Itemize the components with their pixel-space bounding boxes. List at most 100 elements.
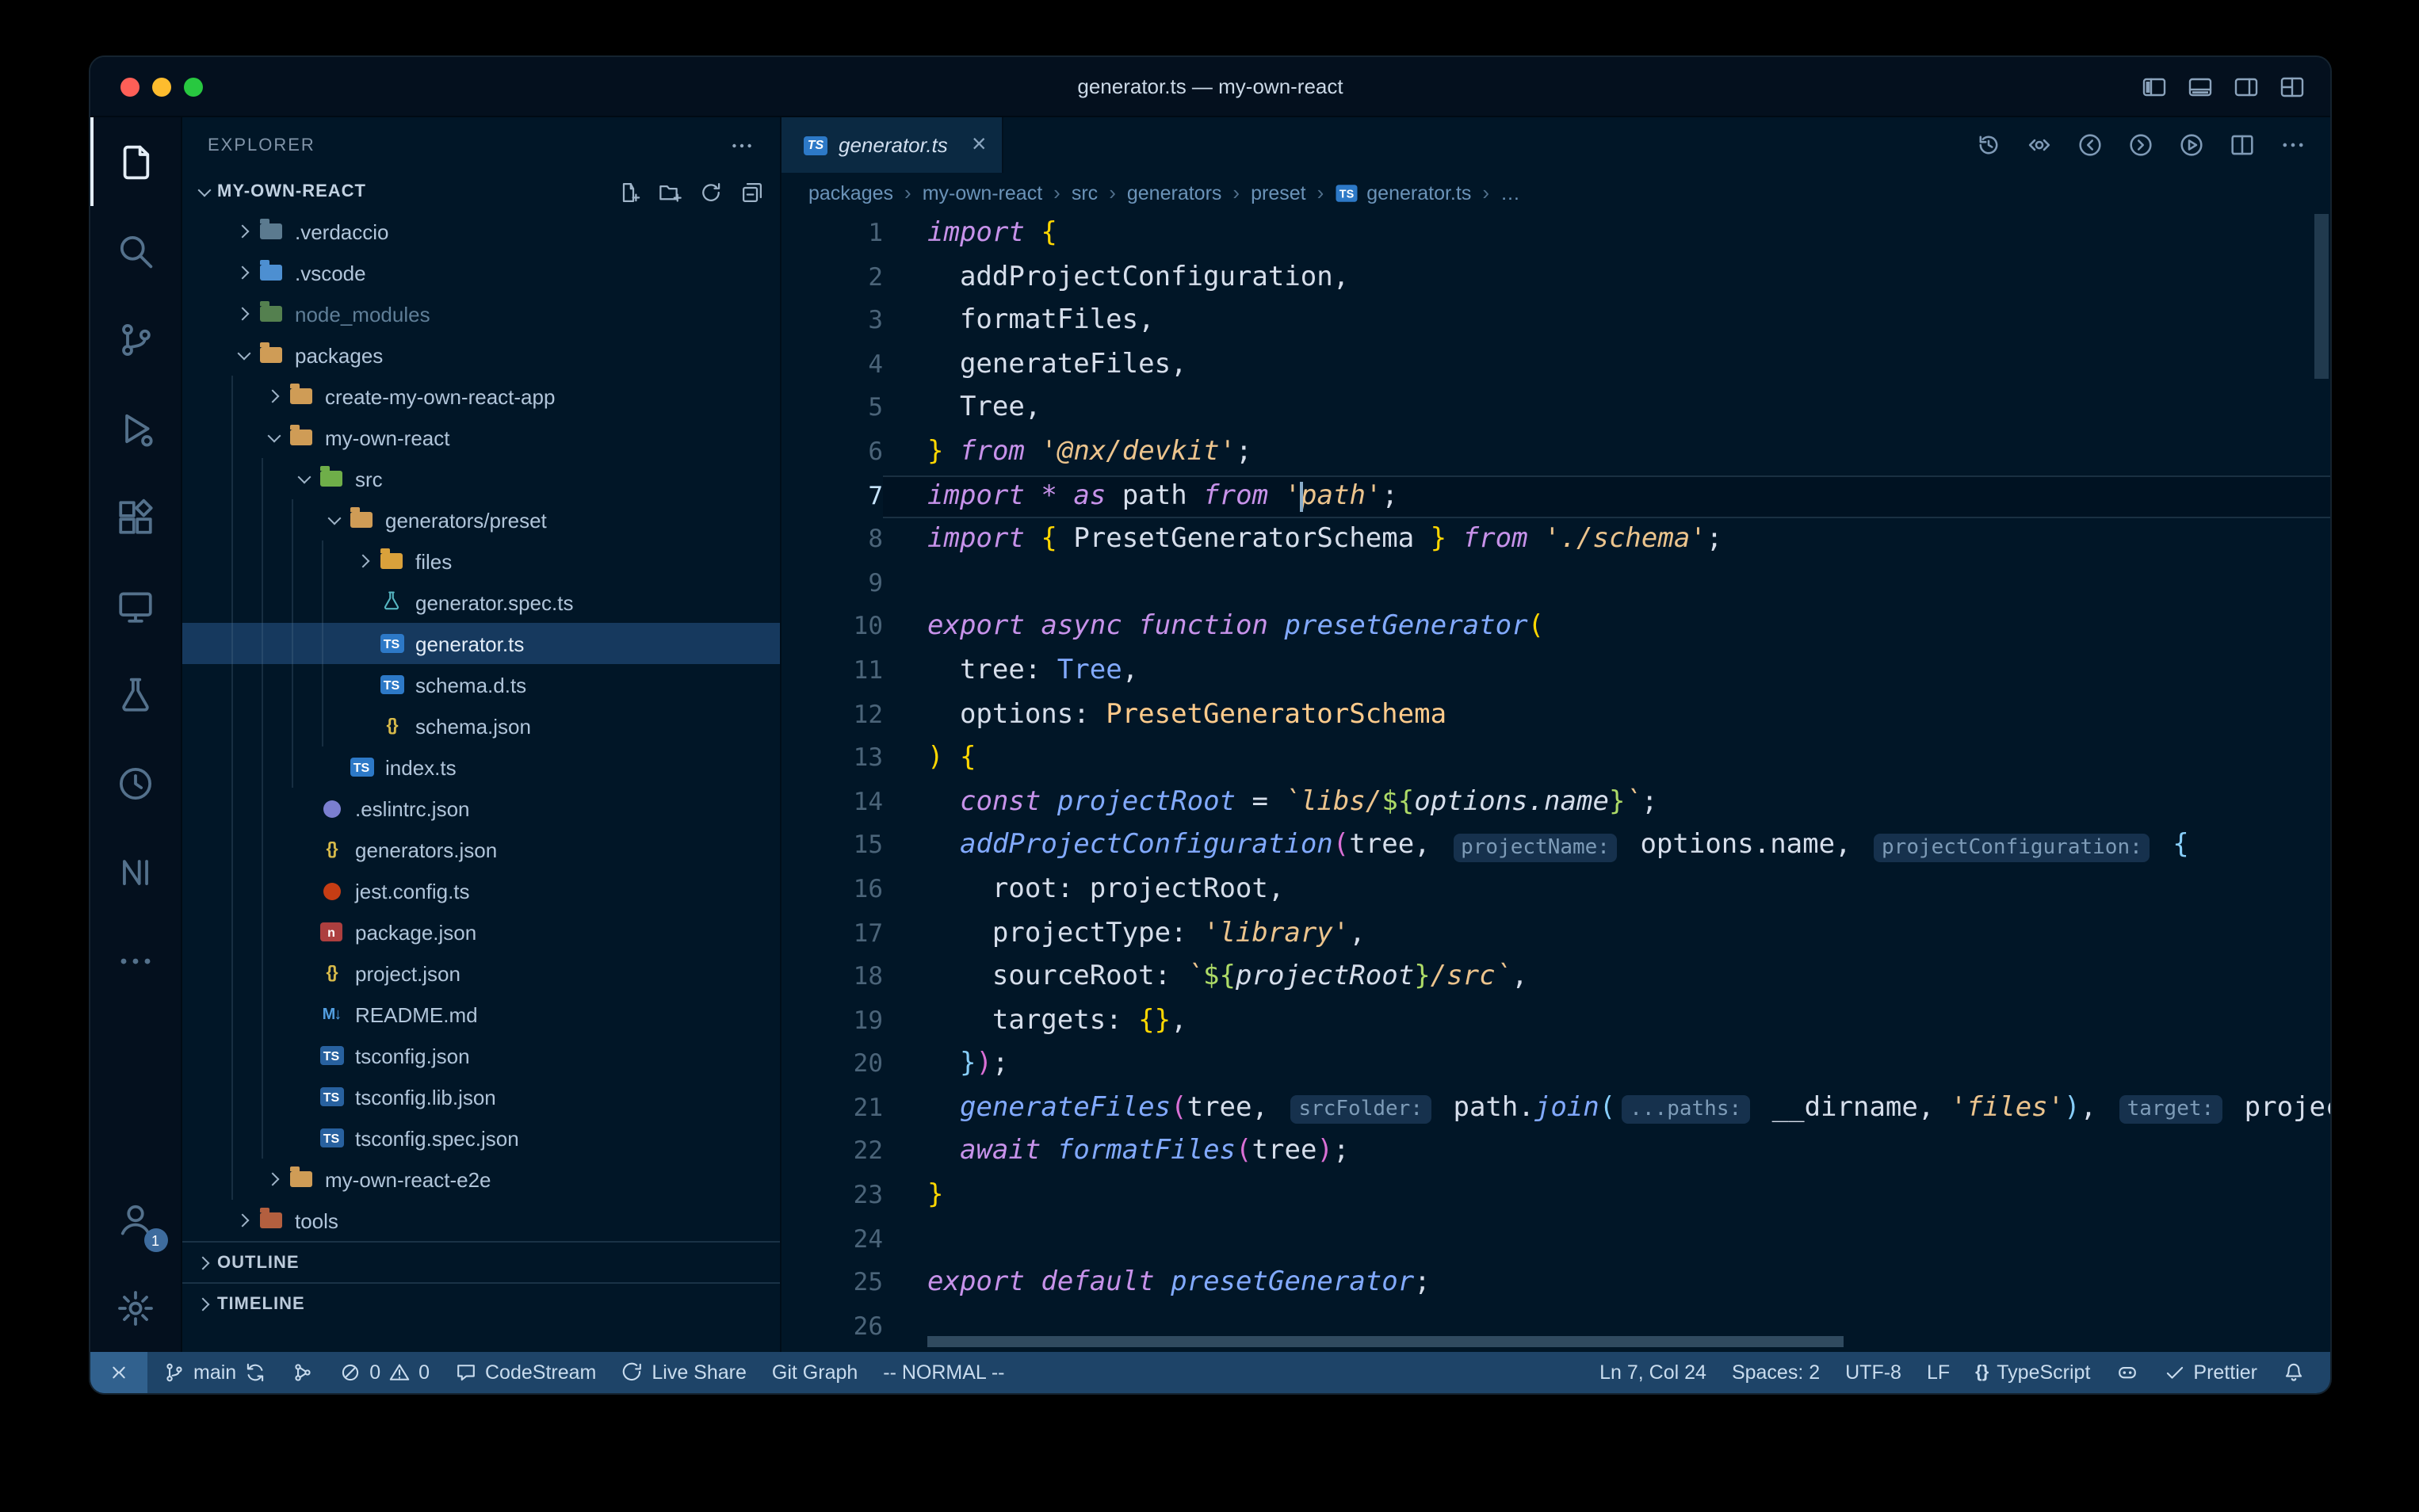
tree-item-files[interactable]: files — [182, 540, 780, 582]
horizontal-scrollbar[interactable] — [927, 1336, 1844, 1347]
tree-item-src[interactable]: src — [182, 458, 780, 499]
tree-item-tools[interactable]: tools — [182, 1200, 780, 1241]
code-line-4[interactable]: 4 generateFiles, — [781, 344, 2330, 388]
tree-item-package-json[interactable]: npackage.json — [182, 911, 780, 953]
activity-bar-item-testing[interactable] — [90, 650, 182, 739]
timeline-icon[interactable] — [1975, 132, 2002, 158]
activity-bar-item-gitlens[interactable] — [90, 739, 182, 827]
code-line-7[interactable]: 7import * as path from 'path'; — [781, 475, 2330, 518]
tree-item-my-own-react-e2e[interactable]: my-own-react-e2e — [182, 1159, 780, 1200]
toggle-secondary-sidebar-icon[interactable] — [2234, 74, 2259, 99]
activity-bar-item-more-views[interactable] — [90, 916, 182, 1005]
toggle-panel-icon[interactable] — [2188, 74, 2213, 99]
breadcrumb-item-generators[interactable]: generators — [1127, 181, 1222, 204]
tree-item-generator-ts[interactable]: TSgenerator.ts — [182, 623, 780, 664]
status-copilot[interactable] — [2103, 1352, 2150, 1393]
code-line-25[interactable]: 25export default presetGenerator; — [781, 1262, 2330, 1306]
tree-item-tsconfig-lib-json[interactable]: TStsconfig.lib.json — [182, 1076, 780, 1117]
breadcrumb-item-generator-ts[interactable]: TSgenerator.ts — [1335, 181, 1471, 204]
status-vim-mode[interactable]: -- NORMAL -- — [870, 1352, 1017, 1393]
tree-item-jest-config-ts[interactable]: jest.config.ts — [182, 870, 780, 911]
activity-bar-item-search[interactable] — [90, 206, 182, 295]
tree-item-verdaccio[interactable]: .verdaccio — [182, 211, 780, 252]
tree-item-vscode[interactable]: .vscode — [182, 252, 780, 293]
activity-bar-item-extensions[interactable] — [90, 472, 182, 561]
code-line-24[interactable]: 24 — [781, 1218, 2330, 1262]
code-line-10[interactable]: 10export async function presetGenerator( — [781, 606, 2330, 650]
previous-change-icon[interactable] — [2077, 132, 2104, 158]
code-line-2[interactable]: 2 addProjectConfiguration, — [781, 256, 2330, 300]
minimize-window-button[interactable] — [152, 77, 171, 96]
status-cursor-position[interactable]: Ln 7, Col 24 — [1587, 1352, 1719, 1393]
code-line-16[interactable]: 16 root: projectRoot, — [781, 869, 2330, 912]
breadcrumb-item-packages[interactable]: packages — [808, 181, 893, 204]
status-eol[interactable]: LF — [1914, 1352, 1962, 1393]
code-line-21[interactable]: 21 generateFiles(tree, srcFolder: path.j… — [781, 1087, 2330, 1131]
editor-more-actions-icon[interactable] — [2280, 132, 2306, 158]
activity-bar-item-source-control[interactable] — [90, 295, 182, 384]
tree-item-generator-spec-ts[interactable]: generator.spec.ts — [182, 582, 780, 623]
status-commit-graph[interactable] — [279, 1352, 327, 1393]
tree-item-my-own-react[interactable]: my-own-react — [182, 417, 780, 458]
code-line-3[interactable]: 3 formatFiles, — [781, 300, 2330, 343]
code-line-9[interactable]: 9 — [781, 563, 2330, 606]
tree-item-generators-json[interactable]: {}generators.json — [182, 829, 780, 870]
tree-item-generators-preset[interactable]: generators/preset — [182, 499, 780, 540]
tree-item-index-ts[interactable]: TSindex.ts — [182, 746, 780, 788]
status-remote-indicator[interactable] — [90, 1352, 147, 1393]
activity-bar-item-explorer[interactable] — [90, 117, 182, 206]
code-line-17[interactable]: 17 projectType: 'library', — [781, 912, 2330, 956]
tree-item-schema-json[interactable]: {}schema.json — [182, 705, 780, 746]
code-line-18[interactable]: 18 sourceRoot: `${projectRoot}/src`, — [781, 956, 2330, 999]
open-changes-icon[interactable] — [2026, 132, 2053, 158]
toggle-primary-sidebar-icon[interactable] — [2142, 74, 2167, 99]
breadcrumb-item-[interactable]: … — [1500, 181, 1520, 204]
new-folder-icon[interactable] — [658, 180, 682, 204]
code-editor[interactable]: 1import {2 addProjectConfiguration,3 for… — [781, 212, 2330, 1352]
code-line-22[interactable]: 22 await formatFiles(tree); — [781, 1131, 2330, 1174]
status-indentation[interactable]: Spaces: 2 — [1719, 1352, 1832, 1393]
next-change-icon[interactable] — [2127, 132, 2154, 158]
timeline-panel-header[interactable]: TIMELINE — [182, 1282, 780, 1323]
status-notifications[interactable] — [2270, 1352, 2318, 1393]
tree-item-project-json[interactable]: {}project.json — [182, 953, 780, 994]
tree-item-node-modules[interactable]: node_modules — [182, 293, 780, 334]
breadcrumb-item-preset[interactable]: preset — [1251, 181, 1306, 204]
activity-bar-item-remote-explorer[interactable] — [90, 561, 182, 650]
breadcrumb-item-src[interactable]: src — [1072, 181, 1098, 204]
tree-item-eslintrc-json[interactable]: .eslintrc.json — [182, 788, 780, 829]
tab-generator-ts[interactable]: TS generator.ts × — [781, 117, 1004, 173]
activity-bar-item-nx-console[interactable] — [90, 827, 182, 916]
refresh-explorer-icon[interactable] — [699, 180, 723, 204]
explorer-section-root[interactable]: MY-OWN-REACT — [182, 173, 780, 211]
customize-layout-icon[interactable] — [2280, 74, 2305, 99]
collapse-folders-icon[interactable] — [740, 180, 764, 204]
activity-bar-item-accounts[interactable]: 1 — [90, 1174, 182, 1263]
status-git-graph[interactable]: Git Graph — [759, 1352, 870, 1393]
status-language-mode[interactable]: {}TypeScript — [1962, 1352, 2103, 1393]
vertical-scrollbar[interactable] — [2314, 214, 2329, 379]
tree-item-readme-md[interactable]: M↓README.md — [182, 994, 780, 1035]
status-encoding[interactable]: UTF-8 — [1832, 1352, 1914, 1393]
views-more-actions-icon[interactable] — [729, 132, 755, 158]
code-line-20[interactable]: 20 }); — [781, 1044, 2330, 1087]
status-live-share[interactable]: Live Share — [609, 1352, 759, 1393]
code-line-1[interactable]: 1import { — [781, 212, 2330, 256]
code-line-15[interactable]: 15 addProjectConfiguration(tree, project… — [781, 825, 2330, 869]
close-tab-icon[interactable]: × — [972, 132, 987, 158]
activity-bar-item-settings-gear[interactable] — [90, 1263, 182, 1352]
new-file-icon[interactable] — [617, 180, 640, 204]
activity-bar-item-run-and-debug[interactable] — [90, 384, 182, 472]
status-git-branch[interactable]: main — [151, 1352, 279, 1393]
code-line-5[interactable]: 5 Tree, — [781, 388, 2330, 431]
code-line-13[interactable]: 13) { — [781, 737, 2330, 781]
outline-panel-header[interactable]: OUTLINE — [182, 1241, 780, 1282]
tree-item-tsconfig-json[interactable]: TStsconfig.json — [182, 1035, 780, 1076]
close-window-button[interactable] — [120, 77, 139, 96]
code-line-6[interactable]: 6} from '@nx/devkit'; — [781, 431, 2330, 475]
split-editor-icon[interactable] — [2229, 132, 2256, 158]
run-file-icon[interactable] — [2178, 132, 2205, 158]
tree-item-packages[interactable]: packages — [182, 334, 780, 376]
status-problems[interactable]: 00 — [327, 1352, 442, 1393]
code-line-14[interactable]: 14 const projectRoot = `libs/${options.n… — [781, 781, 2330, 824]
